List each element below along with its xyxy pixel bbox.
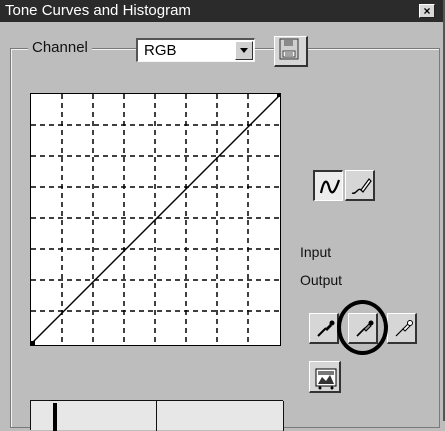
output-readout: Output [300,272,343,288]
black-eyedropper-icon [317,320,335,337]
curve-canvas[interactable] [31,94,280,345]
tone-curves-dialog: Tone Curves and Histogram × Channel RGB [0,0,445,431]
auto-balance-button[interactable] [309,361,341,393]
input-readout: Input [300,244,332,260]
freehand-curve-button[interactable] [345,170,375,201]
close-icon: × [423,4,431,18]
tone-curve-graph[interactable] [30,93,281,346]
smooth-curve-button[interactable] [313,170,343,201]
curve-endpoint-white [277,94,280,97]
channel-select-value: RGB [144,42,177,59]
save-curve-button[interactable] [274,36,308,67]
channel-select[interactable]: RGB [136,38,255,62]
strip-divider-1 [156,401,157,431]
curve-endpoint-black [31,341,35,345]
black-point-button[interactable] [309,313,339,344]
channel-label: Channel [28,38,92,58]
chevron-down-icon[interactable] [235,41,253,60]
auto-balance-icon [315,368,337,390]
gray-eyedropper-icon [356,320,374,337]
white-point-button[interactable] [387,313,417,344]
save-curve-icon [279,38,299,60]
title-bar[interactable]: Tone Curves and Histogram × [0,0,443,22]
gray-point-button[interactable] [348,313,378,344]
white-eyedropper-icon [395,320,413,337]
window-title: Tone Curves and Histogram [5,2,191,19]
smooth-curve-icon [319,179,341,194]
tone-range-strip[interactable] [30,400,284,431]
close-button[interactable]: × [419,4,435,18]
freehand-pencil-icon [351,178,372,195]
strip-divider-2 [283,401,284,431]
shadow-slider-handle[interactable] [53,403,57,431]
